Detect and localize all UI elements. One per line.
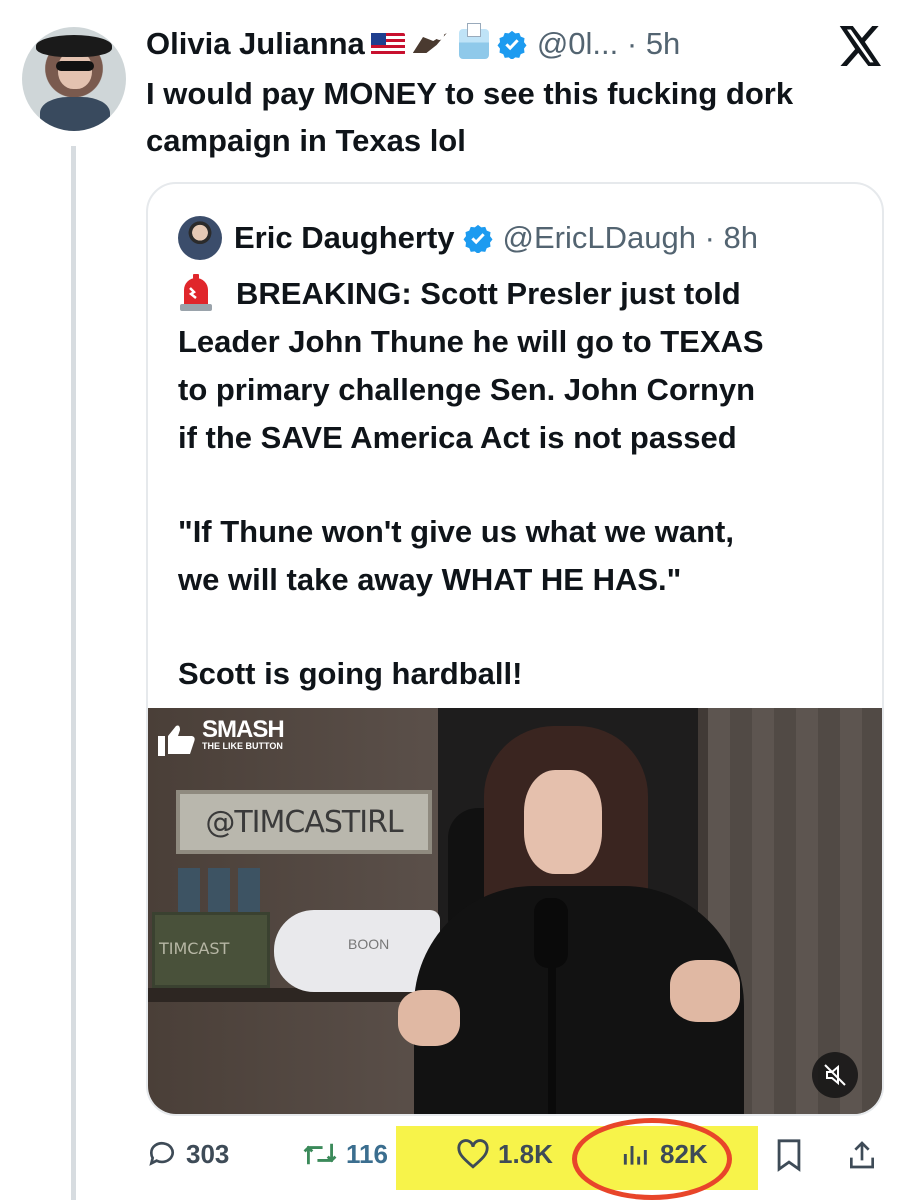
- thumbs-up-icon: [158, 725, 195, 756]
- quoted-text-line: to primary challenge Sen. John Cornyn: [178, 372, 756, 407]
- x-logo-icon: [839, 26, 881, 66]
- tweet-time[interactable]: 5h: [646, 26, 680, 62]
- like-count: 1.8K: [498, 1138, 553, 1169]
- share-button[interactable]: [846, 1138, 886, 1172]
- quoted-text-line: BREAKING: Scott Presler just told: [236, 276, 741, 311]
- eagle-icon: [409, 27, 451, 61]
- views-button[interactable]: 82K: [620, 1138, 708, 1170]
- timcast-crate: TIMCAST: [152, 912, 270, 988]
- author-avatar[interactable]: [22, 27, 126, 131]
- like-button-text: THE LIKE BUTTON: [202, 741, 283, 751]
- repost-count: 116: [346, 1138, 388, 1169]
- reply-icon: [149, 1141, 174, 1166]
- like-button[interactable]: 1.8K: [456, 1138, 553, 1170]
- ballot-box-icon: [458, 23, 489, 59]
- quoted-text-line: Leader John Thune he will go to TEXAS: [178, 324, 764, 359]
- timcast-sign: @TIMCASTIRL: [176, 790, 432, 854]
- siren-icon: [180, 274, 212, 311]
- mute-button[interactable]: [812, 1052, 858, 1098]
- board-label: BOON: [348, 936, 390, 952]
- author-handle[interactable]: @0l...: [537, 26, 618, 62]
- verified-badge-icon: [497, 30, 527, 59]
- verified-badge-icon: [463, 224, 493, 253]
- quoted-author-avatar[interactable]: [178, 216, 222, 260]
- quoted-time[interactable]: 8h: [724, 220, 758, 256]
- tweet-header: Olivia Julianna @0l... · 5h: [146, 23, 681, 62]
- quoted-header: Eric Daugherty @EricLDaugh · 8h: [178, 216, 758, 260]
- bookmark-button[interactable]: [774, 1138, 812, 1172]
- reply-count: 303: [186, 1138, 230, 1169]
- reply-button[interactable]: 303: [146, 1138, 229, 1170]
- quoted-text-line: "If Thune won't give us what we want,: [178, 514, 734, 549]
- microphone: [534, 898, 568, 968]
- quoted-author-name[interactable]: Eric Daugherty: [234, 220, 455, 256]
- quoted-text-line: we will take away WHAT HE HAS.": [178, 562, 682, 597]
- quoted-author-handle[interactable]: @EricLDaugh: [503, 220, 696, 256]
- action-bar: 303 116 1.8K 82K: [146, 1116, 884, 1200]
- thread-line: [71, 146, 76, 1200]
- repost-button[interactable]: 116: [302, 1138, 388, 1170]
- heart-icon: [457, 1139, 489, 1169]
- quoted-tweet-card[interactable]: Eric Daugherty @EricLDaugh · 8h BREAKING…: [146, 182, 884, 1116]
- bookmark-icon: [777, 1139, 801, 1172]
- us-flag-icon: [370, 33, 405, 55]
- smash-text: SMASH: [202, 716, 285, 743]
- smash-overlay: SMASH THE LIKE BUTTON: [202, 716, 285, 751]
- quoted-text-line: Scott is going hardball!: [178, 656, 523, 691]
- muted-speaker-icon: [824, 1064, 846, 1086]
- repost-icon: [303, 1143, 337, 1165]
- quoted-text-line: if the SAVE America Act is not passed: [178, 420, 737, 455]
- share-icon: [850, 1141, 874, 1169]
- tweet-text: I would pay MONEY to see this fucking do…: [146, 76, 794, 158]
- views-chart-icon: [623, 1146, 647, 1165]
- views-count: 82K: [660, 1138, 708, 1169]
- embedded-video[interactable]: SMASH THE LIKE BUTTON @TIMCASTIRL TIMCAS…: [148, 708, 882, 1114]
- author-name[interactable]: Olivia Julianna: [146, 26, 365, 62]
